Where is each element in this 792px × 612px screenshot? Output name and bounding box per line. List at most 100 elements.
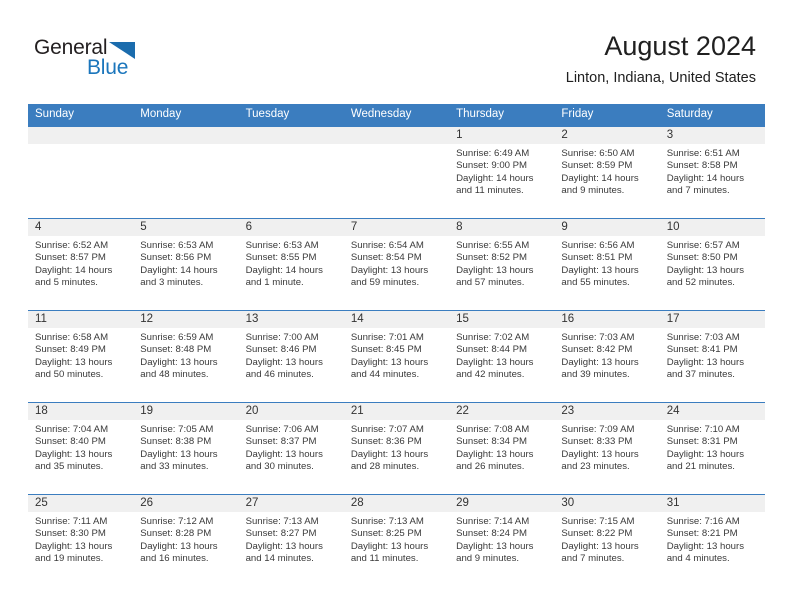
sunrise-text: Sunrise: 7:04 AM xyxy=(35,424,109,435)
day-details: Sunrise: 7:15 AM Sunset: 8:22 PM Daylight:… xyxy=(554,512,659,566)
sunrise-text: Sunrise: 7:16 AM xyxy=(666,516,740,527)
day-details: Sunrise: 6:50 AM Sunset: 8:59 PM Daylight:… xyxy=(554,144,659,198)
sunset-text: Sunset: 8:22 PM xyxy=(561,528,633,540)
sunset-text: Sunset: 8:59 PM xyxy=(561,160,633,172)
calendar-day-cell[interactable]: 6 Sunrise: 6:53 AM Sunset: 8:55 PM Daylight… xyxy=(238,218,344,311)
day-cell-inner: 17 Sunrise: 7:03 AM Sunset: 8:41 PM Dayligh… xyxy=(659,311,765,402)
sunrise-text: Sunrise: 6:59 AM xyxy=(140,332,214,343)
day-number: 5 xyxy=(133,219,239,236)
calendar-day-cell[interactable]: 24 Sunrise: 7:10 AM Sunset: 8:31 PM Dayligh… xyxy=(659,402,765,495)
calendar-day-cell[interactable]: 8 Sunrise: 6:55 AM Sunset: 8:52 PM Daylight… xyxy=(449,218,555,311)
calendar-day-cell[interactable]: 26 Sunrise: 7:12 AM Sunset: 8:28 PM Dayligh… xyxy=(133,494,239,586)
sunset-text: Sunset: 8:27 PM xyxy=(245,528,317,540)
day-number: 18 xyxy=(28,403,134,420)
day-cell-inner: 15 Sunrise: 7:02 AM Sunset: 8:44 PM Dayligh… xyxy=(449,311,555,402)
daylight-text: Daylight: 13 hours and 57 minutes. xyxy=(456,264,534,289)
sunset-text: Sunset: 8:51 PM xyxy=(561,252,633,264)
day-details: Sunrise: 7:11 AM Sunset: 8:30 PM Daylight:… xyxy=(28,512,133,566)
daylight-text: Daylight: 13 hours and 50 minutes. xyxy=(35,356,113,381)
calendar-day-cell[interactable]: 14 Sunrise: 7:01 AM Sunset: 8:45 PM Dayligh… xyxy=(343,310,450,403)
daylight-text: Daylight: 14 hours and 5 minutes. xyxy=(35,264,113,289)
sunrise-text: Sunrise: 6:55 AM xyxy=(456,240,530,251)
day-cell-inner: 5 Sunrise: 6:53 AM Sunset: 8:56 PM Daylight… xyxy=(133,219,239,310)
calendar-day-cell[interactable]: 13 Sunrise: 7:00 AM Sunset: 8:46 PM Dayligh… xyxy=(238,310,344,403)
day-number: 27 xyxy=(238,495,344,512)
weekday-header-saturday: Saturday xyxy=(659,104,765,127)
calendar-week-row: 25 Sunrise: 7:11 AM Sunset: 8:30 PM Dayligh… xyxy=(28,494,765,586)
daylight-text: Daylight: 13 hours and 46 minutes. xyxy=(245,356,323,381)
calendar-day-cell[interactable]: 7 Sunrise: 6:54 AM Sunset: 8:54 PM Daylight… xyxy=(343,218,450,311)
calendar-day-cell xyxy=(343,126,450,219)
calendar-day-cell[interactable]: 15 Sunrise: 7:02 AM Sunset: 8:44 PM Dayligh… xyxy=(449,310,555,403)
calendar-week-row: 1 Sunrise: 6:49 AM Sunset: 9:00 PM Daylight… xyxy=(28,126,765,219)
day-cell-inner: 19 Sunrise: 7:05 AM Sunset: 8:38 PM Dayligh… xyxy=(133,403,239,494)
daylight-text: Daylight: 13 hours and 59 minutes. xyxy=(350,264,429,289)
calendar-week-row: 11 Sunrise: 6:58 AM Sunset: 8:49 PM Dayligh… xyxy=(28,310,765,403)
day-cell-inner: 29 Sunrise: 7:14 AM Sunset: 8:24 PM Dayligh… xyxy=(449,495,555,586)
calendar-day-cell[interactable]: 10 Sunrise: 6:57 AM Sunset: 8:50 PM Dayligh… xyxy=(659,218,765,311)
calendar-day-cell[interactable]: 20 Sunrise: 7:06 AM Sunset: 8:37 PM Dayligh… xyxy=(238,402,344,495)
sunrise-text: Sunrise: 7:05 AM xyxy=(140,424,214,435)
daylight-text: Daylight: 13 hours and 33 minutes. xyxy=(140,448,218,473)
calendar-day-cell[interactable]: 1 Sunrise: 6:49 AM Sunset: 9:00 PM Daylight… xyxy=(449,126,555,219)
title-block: August 2024 Linton, Indiana, United Stat… xyxy=(566,30,756,88)
calendar-day-cell[interactable]: 3 Sunrise: 6:51 AM Sunset: 8:58 PM Daylight… xyxy=(659,126,765,219)
day-cell-inner: 22 Sunrise: 7:08 AM Sunset: 8:34 PM Dayligh… xyxy=(449,403,555,494)
calendar-day-cell[interactable]: 28 Sunrise: 7:13 AM Sunset: 8:25 PM Dayligh… xyxy=(343,494,450,586)
daylight-text: Daylight: 14 hours and 11 minutes. xyxy=(456,172,534,197)
general-blue-logo[interactable]: General Blue xyxy=(34,36,154,82)
day-number: 28 xyxy=(343,495,450,512)
sunset-text: Sunset: 8:21 PM xyxy=(666,528,738,540)
day-number xyxy=(238,127,344,144)
calendar-day-cell[interactable]: 27 Sunrise: 7:13 AM Sunset: 8:27 PM Dayligh… xyxy=(238,494,344,586)
calendar-day-cell[interactable]: 11 Sunrise: 6:58 AM Sunset: 8:49 PM Dayligh… xyxy=(28,310,134,403)
daylight-text: Daylight: 13 hours and 37 minutes. xyxy=(666,356,745,381)
day-number: 16 xyxy=(554,311,660,328)
daylight-text: Daylight: 13 hours and 16 minutes. xyxy=(140,540,218,565)
sunrise-text: Sunrise: 6:53 AM xyxy=(245,240,319,251)
day-number: 14 xyxy=(343,311,450,328)
calendar-day-cell[interactable]: 23 Sunrise: 7:09 AM Sunset: 8:33 PM Dayligh… xyxy=(554,402,660,495)
day-cell-inner: 31 Sunrise: 7:16 AM Sunset: 8:21 PM Dayligh… xyxy=(659,495,765,586)
calendar-day-cell[interactable]: 29 Sunrise: 7:14 AM Sunset: 8:24 PM Dayligh… xyxy=(449,494,555,586)
calendar-page: General Blue August 2024 Linton, Indiana… xyxy=(0,0,792,612)
calendar-day-cell[interactable]: 5 Sunrise: 6:53 AM Sunset: 8:56 PM Daylight… xyxy=(133,218,239,311)
calendar-day-cell[interactable]: 9 Sunrise: 6:56 AM Sunset: 8:51 PM Daylight… xyxy=(554,218,660,311)
day-details: Sunrise: 7:06 AM Sunset: 8:37 PM Daylight:… xyxy=(239,420,344,474)
daylight-text: Daylight: 13 hours and 23 minutes. xyxy=(561,448,639,473)
day-number: 7 xyxy=(343,219,450,236)
sunset-text: Sunset: 8:57 PM xyxy=(35,252,106,264)
calendar-day-cell[interactable]: 25 Sunrise: 7:11 AM Sunset: 8:30 PM Dayligh… xyxy=(28,494,134,586)
calendar-day-cell[interactable]: 21 Sunrise: 7:07 AM Sunset: 8:36 PM Dayligh… xyxy=(343,402,450,495)
day-cell-inner: 27 Sunrise: 7:13 AM Sunset: 8:27 PM Dayligh… xyxy=(238,495,344,586)
calendar-day-cell[interactable]: 16 Sunrise: 7:03 AM Sunset: 8:42 PM Dayligh… xyxy=(554,310,660,403)
daylight-text: Daylight: 13 hours and 48 minutes. xyxy=(140,356,218,381)
day-details: Sunrise: 7:08 AM Sunset: 8:34 PM Daylight:… xyxy=(449,420,554,474)
page-header: General Blue August 2024 Linton, Indiana… xyxy=(0,0,792,100)
sunrise-text: Sunrise: 7:14 AM xyxy=(456,516,530,527)
day-cell-inner xyxy=(28,127,134,218)
calendar-day-cell[interactable]: 30 Sunrise: 7:15 AM Sunset: 8:22 PM Dayligh… xyxy=(554,494,660,586)
calendar-day-cell[interactable]: 31 Sunrise: 7:16 AM Sunset: 8:21 PM Dayligh… xyxy=(659,494,765,586)
daylight-text: Daylight: 13 hours and 39 minutes. xyxy=(561,356,639,381)
sunset-text: Sunset: 8:46 PM xyxy=(245,344,317,356)
day-cell-inner xyxy=(238,127,344,218)
sunset-text: Sunset: 8:52 PM xyxy=(456,252,528,264)
sunset-text: Sunset: 8:38 PM xyxy=(140,436,212,448)
day-number: 30 xyxy=(554,495,660,512)
day-details: Sunrise: 6:52 AM Sunset: 8:57 PM Daylight:… xyxy=(28,236,133,290)
calendar-day-cell[interactable]: 12 Sunrise: 6:59 AM Sunset: 8:48 PM Dayligh… xyxy=(133,310,239,403)
sunset-text: Sunset: 8:58 PM xyxy=(666,160,738,172)
weekday-label: Thursday xyxy=(456,108,505,120)
calendar-day-cell[interactable]: 22 Sunrise: 7:08 AM Sunset: 8:34 PM Dayligh… xyxy=(449,402,555,495)
calendar-day-cell[interactable]: 2 Sunrise: 6:50 AM Sunset: 8:59 PM Daylight… xyxy=(554,126,660,219)
calendar-day-cell[interactable]: 18 Sunrise: 7:04 AM Sunset: 8:40 PM Dayligh… xyxy=(28,402,134,495)
calendar-day-cell[interactable]: 4 Sunrise: 6:52 AM Sunset: 8:57 PM Daylight… xyxy=(28,218,134,311)
daylight-text: Daylight: 13 hours and 21 minutes. xyxy=(666,448,745,473)
sunset-text: Sunset: 8:41 PM xyxy=(666,344,738,356)
calendar-day-cell[interactable]: 17 Sunrise: 7:03 AM Sunset: 8:41 PM Dayligh… xyxy=(659,310,765,403)
sunrise-text: Sunrise: 7:09 AM xyxy=(561,424,635,435)
day-number: 25 xyxy=(28,495,134,512)
calendar-day-cell[interactable]: 19 Sunrise: 7:05 AM Sunset: 8:38 PM Dayligh… xyxy=(133,402,239,495)
sunset-text: Sunset: 8:49 PM xyxy=(35,344,106,356)
